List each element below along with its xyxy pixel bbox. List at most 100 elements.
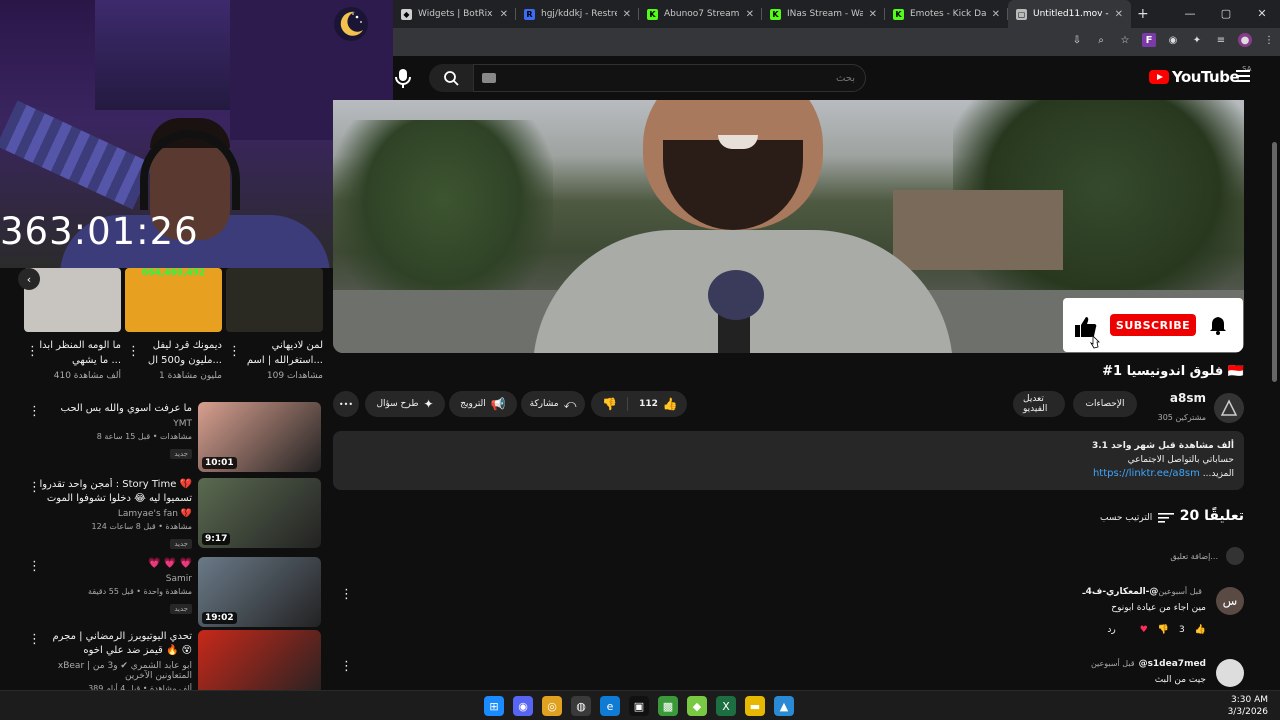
more-vertical-icon[interactable]: ⋮ [26, 344, 39, 359]
system-clock[interactable]: 3:30 AM 3/3/2026 [1228, 694, 1268, 718]
recommended-video[interactable]: تحدي اليوتيوبرز الرمضاني | مجرم قيمز ضد … [24, 630, 321, 690]
video-title[interactable]: أمجن واحد تقدروا : Story Time 💔 تسميوا ل… [32, 478, 192, 506]
promote-button[interactable]: الترويج 📢 [449, 391, 517, 417]
microphone-icon[interactable] [393, 66, 413, 90]
keyboard-icon[interactable] [482, 73, 496, 83]
more-vertical-icon[interactable]: ⋮ [28, 404, 41, 419]
folder-icon[interactable]: ▬ [745, 696, 765, 716]
video-title[interactable]: تحدي اليوتيوبرز الرمضاني | مجرم قيمز ضد … [32, 630, 192, 658]
browser-tab[interactable]: Rhgj/kddkj - Restream ✕ [516, 0, 639, 28]
recommended-video[interactable]: 10:01 ما عرفت اسوي والله بس الحب YMT 8 مشاه… [24, 402, 321, 472]
close-window-button[interactable]: ✕ [1244, 0, 1280, 28]
description-box[interactable]: 3.1 ألف مشاهدة قبل شهر واحد حساباتي بالت… [333, 431, 1244, 490]
minecraft-icon[interactable]: ▩ [658, 696, 678, 716]
search-input[interactable] [474, 65, 865, 91]
shorts-previous-button[interactable]: ‹ [18, 268, 40, 290]
zoom-icon[interactable]: ⌕ [1094, 33, 1108, 47]
like-icon[interactable]: 👍 [663, 397, 686, 411]
short-item[interactable]: 664,460,492 ديمونك قرد ليفل مليون و500 ال… [125, 268, 222, 381]
install-app-icon[interactable]: ⇩ [1070, 33, 1084, 47]
edge-icon[interactable]: e [600, 696, 620, 716]
cube-icon[interactable]: ◆ [687, 696, 707, 716]
more-vertical-icon[interactable]: ⋮ [28, 480, 41, 495]
video-thumbnail[interactable]: 10:01 [198, 402, 321, 472]
video-thumbnail[interactable]: 9:17 [198, 478, 321, 548]
add-comment-row[interactable]: إضافة تعليق... [900, 546, 1244, 566]
more-vertical-icon[interactable]: ⋮ [340, 659, 353, 674]
more-vertical-icon[interactable]: ⋮ [228, 344, 241, 359]
recommended-video[interactable]: 9:17 أمجن واحد تقدروا : Story Time 💔 تسمي… [24, 478, 321, 549]
close-tab-icon[interactable]: ✕ [623, 9, 631, 20]
comment-author[interactable]: @-المعكاري-ف4ـ [1083, 587, 1159, 597]
short-item[interactable]: لمن لاديهاني استغرالله | اسم... ⋮ 109 مشاه… [226, 268, 323, 381]
new-tab-button[interactable]: + [1137, 6, 1149, 22]
more-vertical-icon[interactable]: ⋮ [340, 587, 353, 602]
browser-tab[interactable]: ◆ Widgets | BotRix — C ✕ [393, 0, 516, 28]
comment-avatar[interactable]: س [1216, 587, 1244, 615]
close-tab-icon[interactable]: ✕ [869, 9, 877, 20]
channel-info[interactable]: a8sm 305 مشتركين [1158, 391, 1244, 424]
channel-name[interactable]: YMT [32, 419, 192, 429]
sort-button[interactable]: الترتيب حسب [1100, 512, 1175, 524]
excel-icon[interactable]: X [716, 696, 736, 716]
edit-video-button[interactable]: تعديل الفيديو [1013, 391, 1065, 417]
browser-tab[interactable]: K Emotes - Kick Dashb ✕ [885, 0, 1008, 28]
extensions-puzzle-icon[interactable]: ✦ [1190, 33, 1204, 47]
channel-name[interactable]: Samir [32, 574, 192, 584]
description-link[interactable]: https://linktr.ee/a8sm [1093, 468, 1200, 479]
capcut-icon[interactable]: ▣ [629, 696, 649, 716]
browser-tab[interactable]: K Abunoo7 Stream - W ✕ [639, 0, 762, 28]
video-thumbnail[interactable] [198, 630, 321, 690]
channel-name[interactable]: xBear | ابو عابد الشمري ✔ و3 من المتعاون… [32, 661, 192, 681]
more-vertical-icon[interactable]: ⋮ [127, 344, 140, 359]
obs-icon[interactable]: ◍ [571, 696, 591, 716]
recommended-video[interactable]: 19:02 💗 💗 💗 Samir مشاهدة واحدة • قبل 55 دقي… [24, 557, 321, 627]
browser-menu-icon[interactable]: ⋮ [1262, 33, 1276, 47]
comment-avatar[interactable] [1216, 659, 1244, 687]
share-button[interactable]: مشاركة ⤺ [521, 391, 585, 417]
video-thumbnail[interactable]: 19:02 [198, 557, 321, 627]
profile-avatar-icon[interactable]: ● [1238, 33, 1252, 47]
subscribe-button[interactable]: SUBSCRIBE [1110, 314, 1196, 336]
image-viewer-icon[interactable]: ▲ [774, 696, 794, 716]
video-title[interactable]: 💗 💗 💗 [32, 557, 192, 571]
add-comment-input[interactable]: إضافة تعليق... [1170, 552, 1218, 561]
reply-button[interactable]: رد [1107, 625, 1115, 635]
more-actions-button[interactable]: ••• [333, 391, 359, 417]
browser-tab[interactable]: ▢ Untitled11.mov - An ✕ [1008, 0, 1131, 28]
guide-menu-icon[interactable] [1236, 70, 1250, 82]
search-field[interactable] [473, 64, 866, 92]
page-scrollbar[interactable] [1270, 56, 1280, 690]
short-item[interactable]: ما الومه المنظر ابدا ما يشهي ... ⋮ 410 ألف… [24, 268, 121, 381]
bookmark-star-icon[interactable]: ☆ [1118, 33, 1132, 47]
more-vertical-icon[interactable]: ⋮ [28, 632, 41, 647]
close-tab-icon[interactable]: ✕ [992, 9, 1000, 20]
scrollbar-thumb[interactable] [1272, 142, 1277, 382]
channel-avatar[interactable] [1214, 392, 1244, 423]
like-icon[interactable]: 👍 [1195, 625, 1206, 635]
discord-icon[interactable]: ◉ [513, 696, 533, 716]
short-thumbnail[interactable] [226, 268, 323, 332]
video-player[interactable]: SUBSCRIBE [333, 100, 1244, 353]
dislike-icon[interactable]: 👎 [1158, 625, 1169, 635]
maximize-button[interactable]: ▢ [1208, 0, 1244, 28]
ask-button[interactable]: طرح سؤال ✦ [365, 391, 445, 417]
channel-name[interactable]: Lamyae's fan 💔 [32, 509, 192, 519]
windows-start-icon[interactable]: ⊞ [484, 696, 504, 716]
short-thumbnail[interactable]: 664,460,492 [125, 268, 222, 332]
channel-name[interactable]: a8sm [1158, 391, 1206, 405]
more-vertical-icon[interactable]: ⋮ [28, 559, 41, 574]
media-control-icon[interactable]: ≡ [1214, 33, 1228, 47]
extension-f-icon[interactable]: F [1142, 33, 1156, 47]
close-tab-icon[interactable]: ✕ [500, 9, 508, 20]
comment-author[interactable]: @s1dea7med [1139, 659, 1206, 669]
search-button[interactable] [429, 64, 473, 92]
chrome-icon[interactable]: ◎ [542, 696, 562, 716]
close-tab-icon[interactable]: ✕ [746, 9, 754, 20]
show-more-link[interactable]: ...المزيد [1203, 469, 1234, 479]
browser-tab[interactable]: K INas Stream - Watch ✕ [762, 0, 885, 28]
minimize-button[interactable]: — [1172, 0, 1208, 28]
stats-button[interactable]: الإحصاءات [1073, 391, 1137, 417]
dislike-icon[interactable]: 👎 [592, 397, 629, 411]
close-tab-icon[interactable]: ✕ [1115, 9, 1123, 20]
